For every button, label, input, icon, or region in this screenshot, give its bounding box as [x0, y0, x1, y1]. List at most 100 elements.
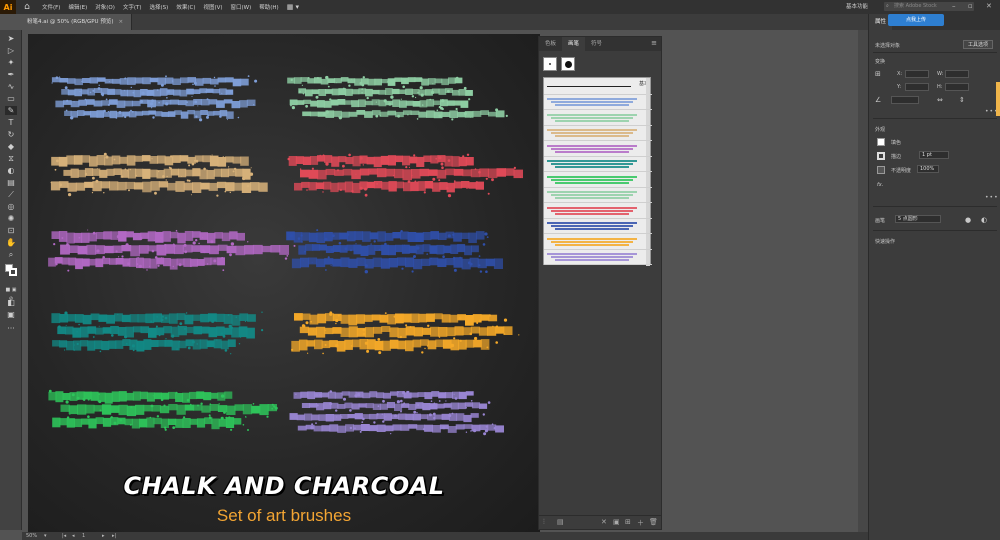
selection-tool-icon[interactable]: ➤ [5, 34, 17, 43]
rotate-tool-icon[interactable]: ↻ [5, 130, 17, 139]
document-tab[interactable]: 粉笔4.ai @ 50% (RGB/GPU 预览) × [22, 14, 132, 30]
minimize-icon[interactable]: – [952, 2, 956, 10]
x-field[interactable] [905, 70, 929, 78]
brush-row-basic[interactable]: 基本 [544, 78, 652, 95]
reference-point-icon[interactable]: ⊞ [875, 70, 881, 78]
width-tool-icon[interactable]: ⧖ [5, 154, 17, 163]
flip-horizontal-icon[interactable]: ⇔ [937, 96, 943, 104]
workspace-switcher[interactable]: 基本功能 [846, 2, 868, 10]
y-field[interactable] [905, 83, 929, 91]
menu-view[interactable]: 视图(V) [203, 3, 222, 11]
brush-row[interactable] [544, 188, 652, 203]
appearance-more-icon[interactable]: ••• [985, 194, 999, 201]
tab-symbols[interactable]: 符号 [585, 37, 608, 51]
stroke-weight-field[interactable]: 1 pt [919, 151, 949, 159]
home-icon[interactable]: ⌂ [20, 2, 34, 12]
brush-row[interactable] [544, 126, 652, 141]
brush-row[interactable] [544, 250, 652, 265]
brush-row[interactable] [544, 219, 652, 234]
eyedropper-tool-icon[interactable]: ⟋ [5, 190, 17, 199]
brush-row[interactable] [544, 95, 652, 110]
menu-effect[interactable]: 效果(C) [176, 3, 195, 11]
prev-artboard-icon[interactable]: ◂ [72, 532, 75, 540]
paintbrush-tool-icon[interactable]: ✎ [5, 106, 17, 115]
style-circle-icon[interactable]: ● [965, 216, 971, 224]
artwork-title: CHALK AND CHARCOAL [123, 472, 445, 500]
zoom-level[interactable]: 50% [26, 532, 37, 540]
tab-brushes[interactable]: 画笔 [562, 37, 586, 51]
curvature-tool-icon[interactable]: ∿ [5, 82, 17, 91]
artboard-tool-icon[interactable]: ⊡ [5, 226, 17, 235]
brush-list[interactable]: 基本 [543, 77, 652, 266]
h-field[interactable] [945, 83, 969, 91]
brush-row[interactable] [544, 157, 652, 172]
shape-builder-tool-icon[interactable]: ◐ [5, 166, 17, 175]
stock-search-input[interactable]: ⌕ 搜索 Adobe Stock [884, 2, 974, 11]
brush-thumb-dot-small-icon[interactable] [543, 57, 557, 71]
brush-row[interactable] [544, 204, 652, 219]
rotate-field[interactable] [891, 96, 919, 104]
more-tools-icon[interactable]: ··· [5, 324, 17, 333]
rectangle-tool-icon[interactable]: ▭ [5, 94, 17, 103]
pen-tool-icon[interactable]: ✒ [5, 70, 17, 79]
zoom-tool-icon[interactable]: ⌕ [5, 250, 17, 259]
new-brush-icon[interactable]: ＋ [637, 518, 644, 528]
blend-tool-icon[interactable]: ◎ [5, 202, 17, 211]
artboard-number[interactable]: 1 [82, 532, 85, 540]
symbol-sprayer-tool-icon[interactable]: ✺ [5, 214, 17, 223]
next-artboard-icon[interactable]: ▸ [102, 532, 105, 540]
w-field[interactable] [945, 70, 969, 78]
screen-mode-icon[interactable]: ▣ [5, 310, 17, 319]
menu-type[interactable]: 文字(T) [123, 3, 142, 11]
brush-options-icon[interactable]: ▣ [613, 518, 620, 526]
color-mode-icon[interactable]: ■ ▣ ⊘ [5, 286, 17, 302]
magic-wand-tool-icon[interactable]: ✦ [5, 58, 17, 67]
drawing-mode-icon[interactable]: ◧ [5, 298, 17, 307]
remove-stroke-icon[interactable]: ✕ [601, 518, 607, 526]
brush-stroke-preview [555, 104, 629, 106]
fill-swatch[interactable] [877, 138, 885, 146]
hand-tool-icon[interactable]: ✋ [5, 238, 17, 247]
brush-thumb-dot-large-icon[interactable] [561, 57, 575, 71]
gradient-tool-icon[interactable]: ▤ [5, 178, 17, 187]
zoom-dropdown-icon[interactable]: ▾ [44, 532, 47, 540]
eraser-tool-icon[interactable]: ◆ [5, 142, 17, 151]
flip-vertical-icon[interactable]: ⇕ [959, 96, 965, 104]
stroke-options-icon[interactable]: ⊞ [625, 518, 631, 526]
first-artboard-icon[interactable]: |◂ [62, 532, 66, 540]
maximize-icon[interactable]: ▫ [968, 2, 973, 10]
menu-window[interactable]: 窗口(W) [231, 3, 252, 11]
layout-grid-icon[interactable]: ▦ ▾ [287, 3, 299, 11]
brush-row[interactable] [544, 235, 652, 250]
brush-field[interactable]: 5 点圆形 [895, 215, 941, 223]
fx-icon[interactable]: fx. [877, 182, 883, 188]
brush-row[interactable] [544, 111, 652, 126]
canvas-area[interactable]: CHALK AND CHARCOAL Set of art brushes [22, 30, 868, 532]
menu-select[interactable]: 选择(S) [150, 3, 169, 11]
tab-close-icon[interactable]: × [118, 19, 123, 25]
type-tool-icon[interactable]: T [5, 118, 17, 127]
brush-libraries-icon[interactable]: ⫶ [543, 518, 545, 527]
direct-selection-tool-icon[interactable]: ▷ [5, 46, 17, 55]
tool-options-button[interactable]: 工具选项 [963, 40, 994, 49]
menu-file[interactable]: 文件(F) [42, 3, 60, 11]
close-icon[interactable]: ✕ [986, 2, 992, 10]
brush-row[interactable] [544, 142, 652, 157]
cloud-upload-button[interactable]: 点我上传 [888, 14, 944, 26]
menu-help[interactable]: 帮助(H) [259, 3, 278, 11]
artboard[interactable]: CHALK AND CHARCOAL Set of art brushes [28, 34, 540, 532]
style-options-icon[interactable]: ◐ [981, 216, 987, 224]
brush-row[interactable] [544, 173, 652, 188]
last-artboard-icon[interactable]: ▸| [112, 532, 116, 540]
panel-menu-icon[interactable]: ≡ [651, 39, 657, 47]
fill-stroke-swatch-icon[interactable] [5, 264, 17, 276]
library-menu-icon[interactable]: ▤ [557, 518, 564, 526]
tab-swatches[interactable]: 色板 [539, 37, 562, 51]
stroke-swatch[interactable] [877, 152, 885, 160]
status-bar: 50% ▾ |◂ ◂ 1 ▸ ▸| [22, 532, 868, 540]
opacity-field[interactable]: 100% [917, 165, 939, 173]
delete-brush-icon[interactable]: 🗑 [649, 518, 658, 526]
menu-edit[interactable]: 编辑(E) [68, 3, 87, 11]
panel-dock-gutter[interactable] [858, 30, 868, 532]
menu-object[interactable]: 对象(O) [95, 3, 115, 11]
